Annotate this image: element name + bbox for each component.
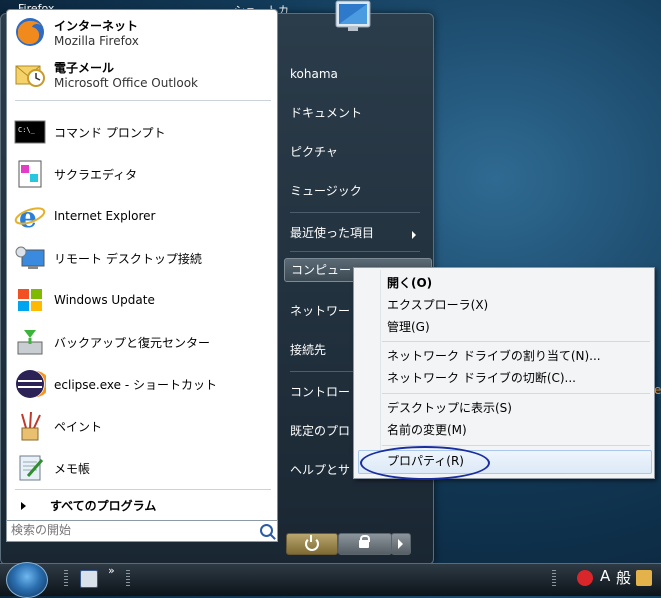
right-item-connect[interactable]: 接続先	[290, 339, 326, 361]
internet-explorer-icon: e	[14, 201, 46, 232]
lock-button[interactable]	[338, 533, 392, 555]
command-prompt-icon: C:\_	[14, 120, 46, 144]
right-arrow-icon	[398, 539, 403, 549]
show-desktop-icon[interactable]	[80, 570, 98, 588]
ctx-manage[interactable]: 管理(G)	[387, 316, 430, 338]
pinned-separator	[15, 100, 271, 101]
all-programs-label: すべてのプログラム	[50, 499, 157, 513]
ctx-show-on-desktop[interactable]: デスクトップに表示(S)	[387, 397, 512, 419]
shutdown-options-button[interactable]	[391, 533, 411, 555]
ctx-open[interactable]: 開く(O)	[387, 272, 432, 294]
eclipse-icon	[16, 370, 46, 398]
windows-update-icon	[18, 289, 42, 311]
taskbar-grip[interactable]	[126, 570, 130, 588]
quicklaunch-chevron[interactable]: »	[108, 564, 115, 577]
right-item-control-panel[interactable]: コントロー	[290, 381, 350, 403]
search-input[interactable]	[7, 521, 255, 539]
recent-item-ie[interactable]: e Internet Explorer	[7, 196, 277, 236]
pinned-email-title: 電子メール	[54, 60, 115, 75]
submenu-arrow-icon	[412, 231, 416, 239]
ctx-disconnect-network-drive[interactable]: ネットワーク ドライブの切断(C)...	[387, 367, 576, 389]
right-item-default-programs[interactable]: 既定のプロ	[290, 420, 350, 442]
ctx-rename[interactable]: 名前の変更(M)	[387, 419, 467, 441]
power-icon	[305, 535, 319, 551]
recent-item-label: コマンド プロンプト	[54, 125, 166, 140]
outlook-clock-envelope-icon	[15, 65, 45, 87]
right-item-recent-items[interactable]: 最近使った項目	[290, 222, 374, 244]
ime-tool-icon[interactable]	[636, 570, 652, 586]
context-menu-separator	[382, 341, 650, 342]
start-orb-windows-icon[interactable]	[6, 562, 48, 598]
right-separator	[290, 251, 420, 252]
pinned-internet[interactable]: インターネット Mozilla Firefox	[7, 12, 277, 52]
ime-red-icon[interactable]	[577, 570, 593, 586]
search-icon[interactable]	[260, 524, 273, 537]
right-item-user[interactable]: kohama	[290, 63, 338, 85]
taskbar-grip[interactable]	[552, 570, 556, 588]
recent-item-label: サクラエディタ	[54, 167, 138, 182]
start-menu-left-pane: インターネット Mozilla Firefox 電子メール Microsoft …	[6, 9, 278, 526]
recent-item-sakura[interactable]: サクラエディタ	[7, 154, 277, 194]
remote-desktop-icon	[15, 246, 45, 269]
computer-monitor-icon	[335, 0, 371, 31]
recent-item-label: ペイント	[54, 419, 103, 434]
all-programs-button[interactable]: すべてのプログラム	[21, 497, 156, 514]
right-item-network[interactable]: ネットワー	[290, 300, 350, 322]
right-separator	[290, 212, 420, 213]
start-search-box[interactable]	[6, 520, 278, 542]
ctx-map-network-drive[interactable]: ネットワーク ドライブの割り当て(N)...	[387, 345, 601, 367]
svg-text:C:\_: C:\_	[18, 126, 36, 134]
ime-kanji-indicator[interactable]: 般	[616, 567, 631, 588]
recent-item-cmd[interactable]: C:\_ コマンド プロンプト	[7, 112, 277, 152]
pinned-internet-title: インターネット	[54, 18, 139, 33]
recent-item-label: Internet Explorer	[54, 209, 156, 223]
recent-item-rdp[interactable]: リモート デスクトップ接続	[7, 238, 277, 278]
svg-text:e: e	[19, 201, 37, 232]
recent-item-notepad[interactable]: メモ帳	[7, 448, 277, 488]
notepad-icon	[19, 455, 44, 481]
ctx-explorer[interactable]: エクスプローラ(X)	[387, 294, 488, 316]
context-menu-gutter	[380, 270, 381, 474]
context-menu-separator	[382, 393, 650, 394]
right-item-documents[interactable]: ドキュメント	[290, 102, 362, 124]
recent-item-label: バックアップと復元センター	[54, 335, 211, 350]
taskbar	[0, 563, 661, 596]
recent-item-backup[interactable]: バックアップと復元センター	[7, 322, 277, 362]
ime-mode-indicator[interactable]: A	[600, 567, 610, 585]
right-item-help[interactable]: ヘルプとサ	[290, 459, 350, 481]
paint-brushes-icon	[21, 411, 41, 441]
pinned-internet-subtitle: Mozilla Firefox	[54, 33, 139, 48]
backup-restore-icon	[17, 330, 43, 355]
power-button[interactable]	[286, 533, 338, 555]
right-arrow-icon	[21, 501, 26, 510]
recent-item-label: Windows Update	[54, 293, 155, 307]
pinned-email-subtitle: Microsoft Office Outlook	[54, 75, 198, 90]
recent-item-paint[interactable]: ペイント	[7, 406, 277, 446]
recent-item-windows-update[interactable]: Windows Update	[7, 280, 277, 320]
taskbar-grip[interactable]	[64, 570, 68, 588]
highlight-circle-annotation	[360, 446, 490, 480]
lock-icon	[359, 535, 370, 548]
recent-item-label: eclipse.exe - ショートカット	[54, 377, 217, 392]
firefox-icon	[16, 18, 44, 46]
right-item-pictures[interactable]: ピクチャ	[290, 141, 338, 163]
desktop-orange-fragment: e	[654, 383, 661, 397]
all-programs-separator	[15, 489, 271, 490]
recent-item-label: リモート デスクトップ接続	[54, 251, 202, 266]
sakura-editor-icon	[18, 160, 42, 188]
recent-item-label: メモ帳	[54, 461, 91, 476]
pinned-email[interactable]: 電子メール Microsoft Office Outlook	[7, 54, 277, 94]
right-item-music[interactable]: ミュージック	[290, 180, 362, 202]
recent-item-eclipse[interactable]: eclipse.exe - ショートカット	[7, 364, 277, 404]
